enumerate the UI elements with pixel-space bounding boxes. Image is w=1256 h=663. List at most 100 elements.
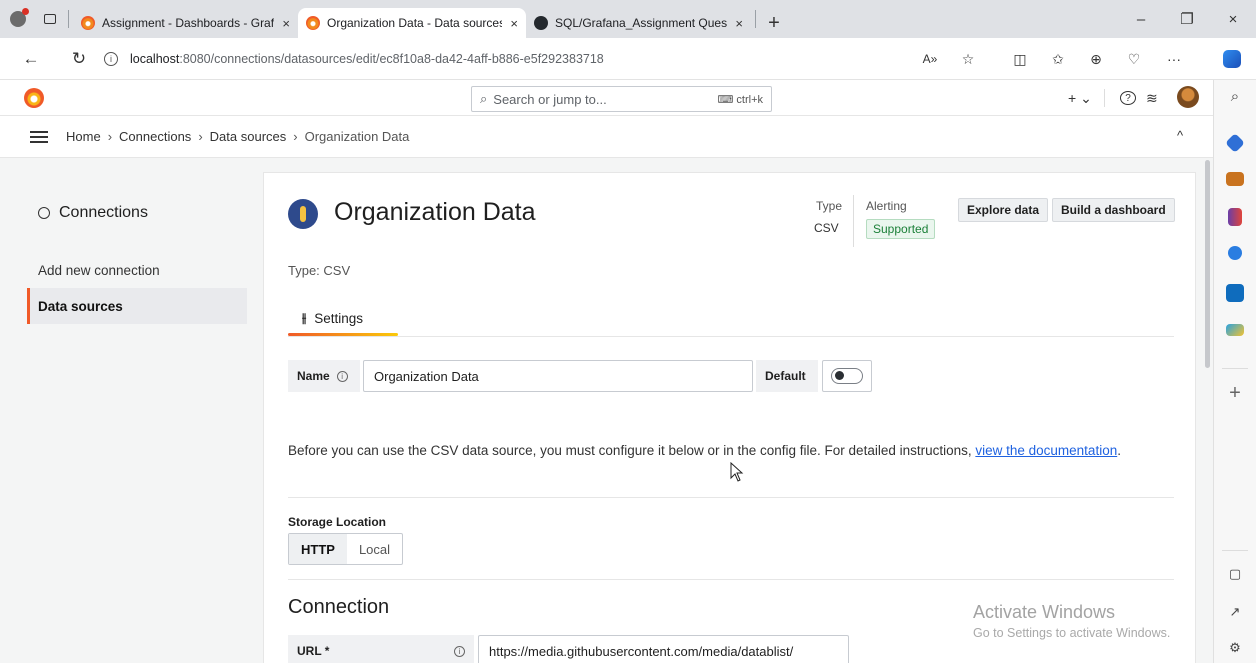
help-text-body: Before you can use the CSV data source, … [288,443,976,458]
browser-tab-dashboards[interactable]: Assignment - Dashboards - Grafa × [73,8,298,38]
search-icon[interactable]: ⌕ [1226,88,1244,105]
tab-label: Assignment - Dashboards - Grafa [102,16,275,30]
browser-tab-strip: Assignment - Dashboards - Grafa × Organi… [0,0,1256,38]
explore-data-button[interactable]: Explore data [958,198,1049,222]
meta-divider [853,195,854,247]
favorite-star-icon[interactable]: ☆ [956,47,980,71]
arrow-left-icon: ← [22,48,40,68]
profile-button[interactable] [0,0,36,38]
restore-button[interactable]: ❐ [1164,0,1210,38]
tab-close-icon[interactable]: × [735,16,743,31]
url-host: localhost [130,52,180,66]
tab-settings[interactable]: ⫲ Settings [288,301,377,335]
connections-icon [38,207,50,219]
browser-toolbar: ← ↻ i localhost:8080/connections/datasou… [0,38,1256,80]
help-icon[interactable]: ? [1120,91,1136,105]
build-dashboard-button[interactable]: Build a dashboard [1052,198,1175,222]
browser-essentials-icon[interactable]: ♡ [1122,47,1146,71]
close-window-button[interactable]: × [1210,0,1256,38]
browser-tab-datasource[interactable]: Organization Data - Data sources × [298,8,526,38]
breadcrumb-home[interactable]: Home [66,129,101,144]
chevron-right-icon: › [293,129,298,144]
copilot-icon[interactable] [1220,47,1244,71]
minimize-button[interactable]: – [1118,0,1164,38]
section-nav-title-label: Connections [59,204,148,221]
mouse-pointer-icon [730,462,744,482]
browser-tab-github[interactable]: SQL/Grafana_Assignment Questi × [526,8,751,38]
tab-actions-button[interactable] [36,0,64,38]
back-button[interactable]: ← [14,42,48,76]
storage-option-http[interactable]: HTTP [289,534,347,564]
site-info-icon[interactable]: i [104,52,118,66]
info-circle-icon[interactable]: i [336,370,348,382]
github-icon [534,16,548,30]
info-circle-icon[interactable]: i [454,645,465,657]
datasource-type-line: Type: CSV [288,263,351,278]
chevron-right-icon: › [107,129,113,144]
nav-item-add-new-connection[interactable]: Add new connection [27,252,247,288]
url-input[interactable] [478,635,849,663]
open-external-icon[interactable]: ↗ [1226,604,1244,620]
read-aloud-icon[interactable]: A» [918,47,942,71]
grafana-logo-icon[interactable] [24,88,44,108]
sidebar-layout-icon[interactable]: ▢ [1226,566,1244,582]
storage-location-radio-group: HTTP Local [288,533,404,565]
tab-divider [68,10,69,28]
microsoft-365-icon[interactable] [1228,246,1242,260]
scrollbar-thumb[interactable] [1205,160,1210,368]
view-documentation-link[interactable]: view the documentation [975,443,1117,458]
activate-windows-subtext: Go to Settings to activate Windows. [973,626,1171,640]
collapse-chevron-up-icon[interactable]: ^ [1177,128,1183,143]
breadcrumb: Home › Connections › Data sources › Orga… [66,129,409,144]
url-field-label: URL * i [288,635,474,663]
url-path: :8080/connections/datasources/edit/ec8f1… [179,52,604,66]
grafana-icon [81,16,95,30]
toolbox-icon[interactable] [1226,172,1244,186]
name-input[interactable] [363,360,753,392]
sidebar-divider [1222,368,1248,369]
keyboard-shortcut-hint: ⌨ ctrl+k [717,93,763,106]
collections-icon[interactable]: ⊕ [1084,47,1108,71]
favorites-list-icon[interactable]: ✩ [1046,47,1070,71]
news-feed-icon[interactable]: ≋ [1146,88,1158,108]
designer-icon[interactable] [1226,324,1244,336]
more-options-icon[interactable]: ··· [1162,47,1186,71]
user-avatar[interactable] [1177,86,1199,108]
new-tab-button[interactable]: + [760,8,788,38]
new-menu-button[interactable]: + ⌄ [1068,88,1092,108]
page-scrollbar[interactable] [1203,158,1213,663]
help-text-end: . [1117,443,1121,458]
nav-item-data-sources[interactable]: Data sources [27,288,247,324]
datasource-settings-panel: Organization Data Type CSV Alerting Supp… [263,172,1196,663]
section-divider [288,497,1174,498]
settings-gear-icon[interactable]: ⚙ [1226,640,1244,656]
games-icon[interactable] [1228,208,1242,226]
grafana-top-bar: ⌕ Search or jump to... ⌨ ctrl+k + ⌄ ? ≋ [0,80,1213,116]
storage-location-label: Storage Location [288,515,387,529]
toggle-track [831,368,863,384]
shopping-tag-icon[interactable] [1225,133,1245,153]
tab-settings-label: Settings [314,310,363,326]
default-toggle[interactable] [822,360,872,392]
menu-hamburger-icon[interactable] [30,130,48,143]
storage-option-local[interactable]: Local [347,534,402,564]
outlook-icon[interactable] [1226,284,1244,302]
activate-windows-watermark: Activate Windows [973,602,1116,622]
breadcrumb-connections[interactable]: Connections [119,129,191,144]
add-sidebar-app-icon[interactable]: + [1224,382,1246,405]
search-input[interactable]: ⌕ Search or jump to... ⌨ ctrl+k [471,86,772,112]
section-nav-title: Connections [38,204,148,222]
default-field-label: Default [756,360,818,392]
tab-close-icon[interactable]: × [282,16,290,31]
breadcrumb-data-sources[interactable]: Data sources [210,129,287,144]
refresh-button[interactable]: ↻ [62,42,96,76]
url-label-text: URL * [297,644,330,658]
split-screen-icon[interactable]: ◫ [1008,47,1032,71]
sidebar-divider [1222,550,1248,551]
tab-close-icon[interactable]: × [510,16,518,31]
configuration-help-text: Before you can use the CSV data source, … [288,441,1168,461]
address-bar[interactable]: i localhost:8080/connections/datasources… [104,44,904,74]
search-placeholder: Search or jump to... [493,91,607,107]
page-title: Organization Data [334,198,536,226]
type-label: Type [816,199,843,213]
